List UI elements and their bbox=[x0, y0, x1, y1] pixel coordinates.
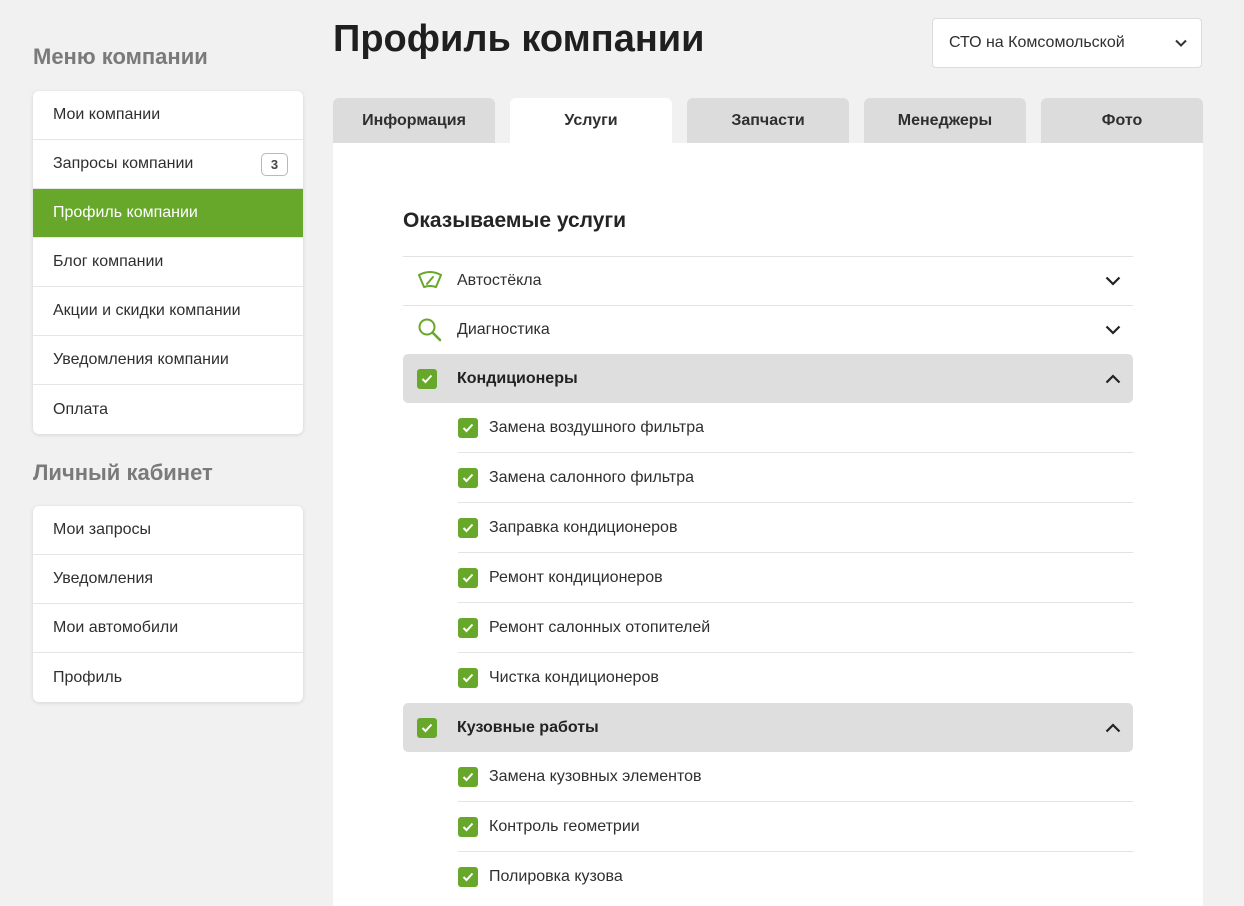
tab-parts[interactable]: Запчасти bbox=[687, 98, 849, 143]
body-work-items: Замена кузовных элементов Контроль геоме… bbox=[403, 752, 1133, 902]
service-checkbox[interactable] bbox=[458, 517, 478, 538]
services-title: Оказываемые услуги bbox=[403, 209, 627, 232]
company-select[interactable]: СТО на Комсомольской bbox=[932, 18, 1202, 68]
chevron-up-icon[interactable] bbox=[1103, 718, 1123, 738]
windshield-icon bbox=[417, 270, 457, 292]
service-checkbox[interactable] bbox=[458, 417, 478, 438]
page-title: Профиль компании bbox=[333, 18, 705, 60]
company-menu: Мои компании Запросы компании 3 Профиль … bbox=[33, 91, 303, 434]
services-panel: Оказываемые услуги Автостёкла Диагностик… bbox=[333, 143, 1203, 906]
sidebar-item-label: Запросы компании bbox=[53, 155, 194, 172]
magnifier-icon bbox=[417, 317, 457, 343]
sidebar-item-payment[interactable]: Оплата bbox=[33, 385, 303, 434]
sidebar-item-notifications[interactable]: Уведомления bbox=[33, 555, 303, 604]
category-body-work[interactable]: Кузовные работы bbox=[403, 703, 1133, 752]
sidebar-item-company-promotions[interactable]: Акции и скидки компании bbox=[33, 287, 303, 336]
category-autoglass[interactable]: Автостёкла bbox=[403, 256, 1133, 305]
service-item[interactable]: Чистка кондиционеров bbox=[458, 653, 1133, 703]
sidebar-item-company-blog[interactable]: Блог компании bbox=[33, 238, 303, 287]
category-label: Диагностика bbox=[457, 321, 550, 338]
service-checkbox[interactable] bbox=[458, 567, 478, 588]
service-label: Заправка кондиционеров bbox=[489, 518, 678, 536]
service-item[interactable]: Полировка кузова bbox=[458, 852, 1133, 902]
service-label: Чистка кондиционеров bbox=[489, 669, 659, 686]
service-label: Замена воздушного фильтра bbox=[489, 418, 705, 436]
sidebar-item-profile[interactable]: Профиль bbox=[33, 653, 303, 702]
service-label: Замена салонного фильтра bbox=[489, 468, 694, 486]
sidebar-item-my-cars[interactable]: Мои автомобили bbox=[33, 604, 303, 653]
service-label: Полировка кузова bbox=[489, 868, 623, 885]
sidebar-item-my-requests[interactable]: Мои запросы bbox=[33, 506, 303, 555]
service-checkbox[interactable] bbox=[458, 766, 478, 787]
sidebar-item-company-notifications[interactable]: Уведомления компании bbox=[33, 336, 303, 385]
tab-photo[interactable]: Фото bbox=[1041, 98, 1203, 143]
air-conditioning-items: Замена воздушного фильтра Замена салонно… bbox=[403, 403, 1133, 703]
service-item[interactable]: Замена воздушного фильтра bbox=[458, 403, 1133, 453]
sidebar-item-label: Мои запросы bbox=[53, 521, 151, 538]
category-checkbox[interactable] bbox=[417, 368, 437, 389]
service-item[interactable]: Замена кузовных элементов bbox=[458, 752, 1133, 802]
category-label: Кузовные работы bbox=[457, 718, 599, 736]
sidebar-item-label: Акции и скидки компании bbox=[53, 302, 241, 319]
sidebar-item-company-requests[interactable]: Запросы компании 3 bbox=[33, 140, 303, 189]
sidebar-item-label: Уведомления bbox=[53, 570, 154, 587]
category-label: Автостёкла bbox=[457, 272, 542, 289]
company-select-value: СТО на Комсомольской bbox=[949, 34, 1125, 51]
service-item[interactable]: Замена салонного фильтра bbox=[458, 453, 1133, 503]
service-item[interactable]: Ремонт салонных отопителей bbox=[458, 603, 1133, 653]
sidebar-item-label: Профиль компании bbox=[53, 204, 198, 221]
sidebar-item-label: Мои автомобили bbox=[53, 619, 179, 636]
sidebar-item-label: Уведомления компании bbox=[53, 351, 229, 368]
tab-services[interactable]: Услуги bbox=[510, 98, 672, 143]
tab-managers[interactable]: Менеджеры bbox=[864, 98, 1026, 143]
chevron-down-icon bbox=[1175, 34, 1187, 52]
service-checkbox[interactable] bbox=[458, 467, 478, 488]
service-label: Контроль геометрии bbox=[489, 817, 640, 835]
chevron-down-icon[interactable] bbox=[1103, 271, 1123, 291]
service-checkbox[interactable] bbox=[458, 668, 478, 688]
sidebar-item-company-profile[interactable]: Профиль компании bbox=[33, 189, 303, 238]
service-item[interactable]: Контроль геометрии bbox=[458, 802, 1133, 852]
tab-info[interactable]: Информация bbox=[333, 98, 495, 143]
chevron-down-icon[interactable] bbox=[1103, 320, 1123, 340]
sidebar-item-label: Профиль bbox=[53, 668, 123, 686]
service-checkbox[interactable] bbox=[458, 816, 478, 837]
service-item[interactable]: Ремонт кондиционеров bbox=[458, 553, 1133, 603]
sidebar-item-label: Оплата bbox=[53, 400, 109, 418]
sidebar-item-label: Блог компании bbox=[53, 253, 164, 270]
category-air-conditioning[interactable]: Кондиционеры bbox=[403, 354, 1133, 403]
chevron-up-icon[interactable] bbox=[1103, 369, 1123, 389]
service-label: Ремонт кондиционеров bbox=[489, 568, 663, 586]
profile-tabs: Информация Услуги Запчасти Менеджеры Фот… bbox=[333, 98, 1203, 143]
sidebar-item-my-companies[interactable]: Мои компании bbox=[33, 91, 303, 140]
company-menu-heading: Меню компании bbox=[33, 44, 208, 69]
sidebar-item-label: Мои компании bbox=[53, 106, 161, 123]
category-diagnostics[interactable]: Диагностика bbox=[403, 305, 1133, 354]
requests-count-badge: 3 bbox=[261, 152, 288, 176]
service-checkbox[interactable] bbox=[458, 617, 478, 638]
services-list: Автостёкла Диагностика Кондиционеры Заме… bbox=[403, 256, 1133, 902]
service-label: Замена кузовных элементов bbox=[489, 767, 702, 785]
cabinet-menu: Мои запросы Уведомления Мои автомобили П… bbox=[33, 506, 303, 702]
cabinet-heading: Личный кабинет bbox=[33, 460, 213, 485]
service-item[interactable]: Заправка кондиционеров bbox=[458, 503, 1133, 553]
service-label: Ремонт салонных отопителей bbox=[489, 618, 711, 636]
category-label: Кондиционеры bbox=[457, 369, 578, 387]
category-checkbox[interactable] bbox=[417, 717, 437, 738]
service-checkbox[interactable] bbox=[458, 867, 478, 887]
